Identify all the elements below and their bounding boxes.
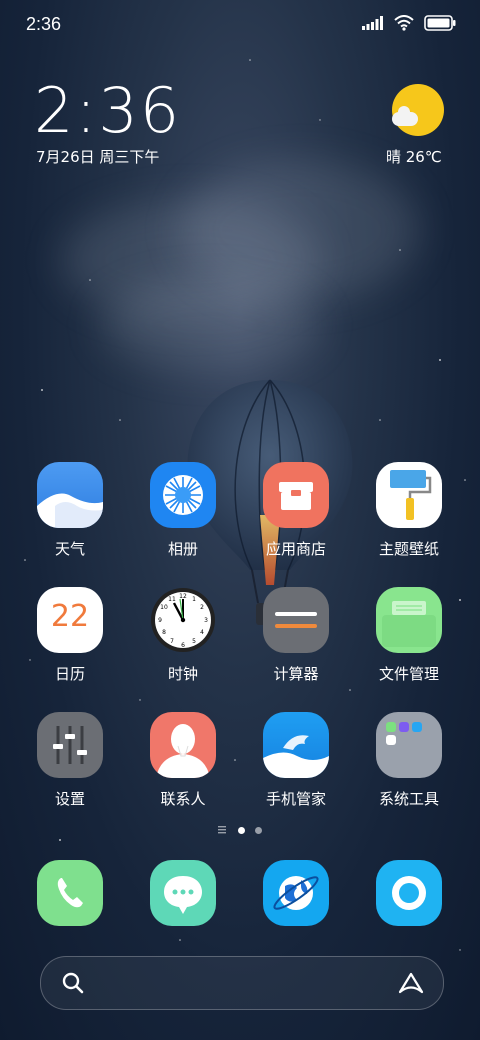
phone-icon (37, 860, 103, 926)
weather-app-icon (37, 462, 103, 528)
app-label: 手机管家 (265, 790, 326, 808)
security-app-icon (263, 712, 329, 778)
app-clock[interactable]: 12 1 2 345 678 9 10 11 时钟 (138, 587, 228, 684)
folder-icon (376, 712, 442, 778)
app-store-icon (263, 462, 329, 528)
contacts-app-icon (150, 712, 216, 778)
svg-text:7: 7 (170, 638, 174, 645)
app-label: 主题壁纸 (378, 540, 439, 558)
search-bar[interactable] (40, 956, 444, 1010)
wifi-icon (394, 15, 414, 31)
clock-widget-time[interactable]: 2:36 (34, 74, 181, 147)
app-label: 计算器 (273, 665, 319, 683)
dock-browser[interactable] (251, 860, 341, 926)
svg-text:10: 10 (160, 604, 168, 611)
dock-phone[interactable] (25, 860, 115, 926)
calendar-app-icon: 22 (37, 587, 103, 653)
app-label: 日历 (54, 665, 85, 683)
status-time: 2:36 (26, 14, 62, 34)
status-bar: 2:36 (0, 0, 480, 50)
svg-text:3: 3 (204, 617, 208, 624)
dock-assistant[interactable] (364, 860, 454, 926)
cloud-icon (392, 106, 418, 126)
clock-widget-date[interactable]: 7月26日 周三下午 (36, 146, 159, 167)
app-label: 时钟 (167, 665, 198, 683)
clock-app-icon: 12 1 2 345 678 9 10 11 (150, 587, 216, 653)
page-dot[interactable] (255, 826, 262, 834)
svg-text:6: 6 (181, 642, 185, 649)
app-calculator[interactable]: 计算器 (251, 587, 341, 684)
svg-text:9: 9 (158, 617, 162, 624)
signal-icon (362, 16, 383, 30)
assistant-ring-icon (376, 860, 442, 926)
app-label: 设置 (54, 790, 85, 808)
svg-text:2: 2 (200, 604, 204, 611)
app-calendar[interactable]: 22 日历 (25, 587, 115, 684)
search-icon[interactable] (61, 971, 85, 995)
svg-text:4: 4 (200, 629, 204, 636)
app-settings[interactable]: 设置 (25, 712, 115, 809)
app-weather[interactable]: 天气 (25, 462, 115, 559)
app-gallery[interactable]: 相册 (138, 462, 228, 559)
app-label: 系统工具 (378, 790, 439, 808)
browser-globe-icon (263, 860, 329, 926)
calendar-day: 22 (50, 599, 90, 634)
svg-text:1: 1 (192, 596, 196, 603)
app-label: 相册 (167, 540, 198, 558)
app-file-manager[interactable]: 文件管理 (364, 587, 454, 684)
svg-text:5: 5 (192, 638, 196, 645)
app-label: 联系人 (160, 790, 206, 808)
dock-messages[interactable] (138, 860, 228, 926)
app-security[interactable]: 手机管家 (251, 712, 341, 809)
svg-text:8: 8 (162, 629, 166, 636)
assistant-logo-icon[interactable] (397, 971, 425, 995)
themes-app-icon (376, 462, 442, 528)
svg-text:11: 11 (168, 596, 176, 603)
weather-text[interactable]: 晴 26℃ (386, 146, 442, 167)
calculator-app-icon (263, 587, 329, 653)
app-label: 文件管理 (378, 665, 439, 683)
app-system-tools-folder[interactable]: 系统工具 (364, 712, 454, 809)
gallery-app-icon (150, 462, 216, 528)
app-store[interactable]: 应用商店 (251, 462, 341, 559)
app-themes[interactable]: 主题壁纸 (364, 462, 454, 559)
app-label: 应用商店 (265, 540, 326, 558)
messages-icon (150, 860, 216, 926)
folder-app-icon (376, 587, 442, 653)
menu-lines-icon (218, 826, 226, 834)
app-label: 天气 (54, 540, 85, 558)
page-indicator (0, 826, 480, 834)
battery-icon (424, 15, 456, 31)
app-contacts[interactable]: 联系人 (138, 712, 228, 809)
settings-app-icon (37, 712, 103, 778)
page-dot-active[interactable] (238, 826, 245, 834)
